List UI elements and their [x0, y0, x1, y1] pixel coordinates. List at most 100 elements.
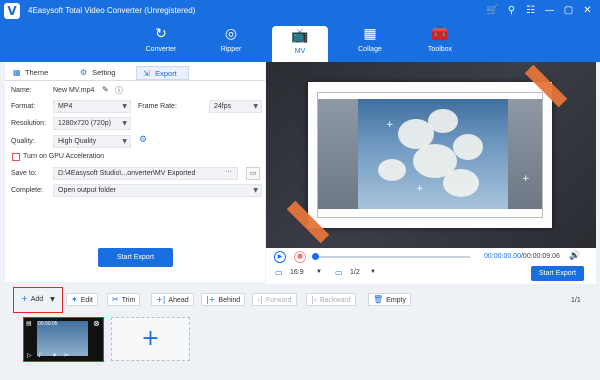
seek-track[interactable]	[314, 256, 470, 258]
browse-more-button[interactable]: ···	[225, 168, 232, 175]
add-clip-button[interactable]: +	[111, 317, 190, 361]
tab-collage[interactable]: ▦ Collage	[342, 22, 398, 62]
theme-photo-frame	[308, 82, 552, 228]
minimize-icon[interactable]: —	[541, 3, 558, 19]
chevron-down-icon: ▼	[122, 138, 127, 145]
theme-icon: ▦	[13, 68, 21, 77]
save-path-field[interactable]: D:\4Easysoft Studio\...onverter\MV Expor…	[53, 167, 238, 180]
clip-thumbnail[interactable]: ▤ 00:00:05 ⊗ ▷ ♪ ✶ ✂	[23, 317, 104, 362]
format-value: MP4	[58, 103, 73, 110]
photo-right-strip	[508, 99, 542, 209]
backward-button[interactable]: |› Backward	[306, 293, 356, 306]
remove-clip-icon[interactable]: ⊗	[93, 319, 100, 328]
start-export-button[interactable]: Start Export	[98, 248, 173, 267]
subtab-theme[interactable]: ▦ Theme	[13, 66, 48, 80]
toolbox-icon: 🧰	[431, 26, 449, 42]
complete-select[interactable]: Open output folder ▼	[53, 184, 262, 197]
info-icon[interactable]: ⓘ	[115, 85, 123, 96]
tab-ripper[interactable]: ◎ Ripper	[203, 22, 259, 62]
open-folder-icon[interactable]: ▭	[246, 167, 260, 180]
key-icon[interactable]: ⚲	[503, 3, 520, 19]
edit-name-icon[interactable]: ✎	[102, 85, 109, 94]
play-icon[interactable]: ▷	[27, 352, 32, 359]
tab-label: MV	[294, 48, 306, 55]
edit-button[interactable]: ✶ Edit	[66, 293, 98, 306]
converter-icon: ↻	[155, 26, 167, 42]
volume-icon[interactable]: 🔊	[569, 251, 580, 261]
resolution-value: 1280x720 (720p)	[58, 120, 111, 127]
ahead-icon: +|	[156, 295, 166, 304]
quality-settings-gear-icon[interactable]: ⚙	[139, 135, 147, 145]
scissors-icon[interactable]: ✂	[64, 352, 69, 359]
empty-button[interactable]: 🗑 Empty	[368, 293, 411, 306]
ahead-button[interactable]: +| Ahead	[151, 293, 194, 306]
name-value[interactable]: New MV.mp4	[53, 87, 94, 94]
subtab-export[interactable]: ⇲ Export	[136, 66, 189, 80]
trim-button[interactable]: ✂ Trim	[107, 293, 141, 306]
start-export-button-preview[interactable]: Start Export	[531, 266, 584, 281]
video-preview: + + +	[266, 62, 596, 248]
quality-select[interactable]: High Quality ▼	[53, 135, 131, 148]
split-value[interactable]: 1/2	[350, 269, 360, 276]
chevron-down-icon[interactable]: ▼	[316, 269, 322, 275]
quality-value: High Quality	[58, 138, 97, 145]
gpu-acceleration-checkbox[interactable]	[12, 153, 20, 161]
sparkle-icon: +	[386, 120, 394, 130]
film-icon: ▤	[26, 320, 32, 327]
resolution-select[interactable]: 1280x720 (720p) ▼	[53, 117, 131, 130]
sparkle-icon: +	[416, 184, 424, 194]
behind-label: Behind	[218, 297, 241, 304]
monitor-icon: ▭	[335, 268, 343, 277]
save-path-value: D:\4Easysoft Studio\...onverter\MV Expor…	[58, 170, 196, 177]
forward-icon: ‹|	[257, 295, 263, 304]
tab-label: Ripper	[220, 46, 242, 53]
format-label: Format:	[11, 103, 36, 110]
tab-converter[interactable]: ↻ Converter	[133, 22, 189, 62]
forward-label: Forward	[265, 297, 292, 304]
chevron-down-icon: ▼	[253, 187, 258, 194]
behind-button[interactable]: |+ Behind	[201, 293, 246, 306]
subtab-setting[interactable]: ⚙ Setting	[80, 66, 115, 80]
tab-mv[interactable]: 📺 MV	[272, 26, 328, 62]
tab-label: Converter	[145, 46, 177, 53]
aspect-ratio-value[interactable]: 16:9	[290, 269, 304, 276]
backward-icon: |›	[311, 295, 317, 304]
edit-label: Edit	[80, 297, 93, 304]
edit-star-icon: ✶	[71, 295, 78, 304]
main-nav: ↻ Converter ◎ Ripper 📺 MV ▦ Collage 🧰 To…	[0, 22, 600, 62]
volume-icon[interactable]: ♪	[38, 352, 42, 359]
app-logo: V	[4, 3, 20, 19]
frame-rate-select[interactable]: 24fps ▼	[209, 100, 262, 113]
tab-toolbox[interactable]: 🧰 Toolbox	[412, 22, 468, 62]
chevron-down-icon[interactable]: ▼	[370, 269, 376, 275]
stop-icon[interactable]: ■	[294, 251, 306, 263]
behind-icon: |+	[206, 295, 216, 304]
settings-subtabs: ▦ Theme ⚙ Setting ⇲ Export	[5, 64, 265, 80]
maximize-icon[interactable]: ▢	[560, 3, 577, 19]
menu-icon[interactable]: ☷	[522, 3, 539, 19]
play-icon[interactable]: ▶	[274, 251, 286, 263]
close-icon[interactable]: ✕	[579, 3, 596, 19]
complete-value: Open output folder	[58, 187, 116, 194]
cart-icon[interactable]: 🛒	[484, 3, 501, 19]
trim-label: Trim	[121, 297, 136, 304]
resolution-label: Resolution:	[11, 120, 47, 127]
format-select[interactable]: MP4 ▼	[53, 100, 131, 113]
subtab-label: Setting	[92, 68, 116, 77]
empty-label: Empty	[386, 297, 406, 304]
gear-icon: ⚙	[80, 68, 88, 77]
forward-button[interactable]: ‹| Forward	[252, 293, 297, 306]
name-label: Name:	[11, 87, 32, 94]
scissors-icon: ✂	[112, 295, 119, 304]
complete-label: Complete:	[11, 187, 43, 194]
trash-icon: 🗑	[373, 295, 384, 304]
chevron-down-icon: ▼	[122, 120, 127, 127]
divider	[5, 80, 265, 81]
save-to-label: Save to:	[11, 170, 37, 177]
seek-handle[interactable]	[312, 253, 319, 260]
photo-left-strip	[318, 99, 358, 209]
time-display: 00:00:00.00/00:00:09.06	[484, 253, 560, 260]
total-time: /00:00:09.06	[520, 253, 560, 260]
backward-label: Backward	[319, 297, 351, 304]
edit-star-icon[interactable]: ✶	[52, 352, 57, 359]
